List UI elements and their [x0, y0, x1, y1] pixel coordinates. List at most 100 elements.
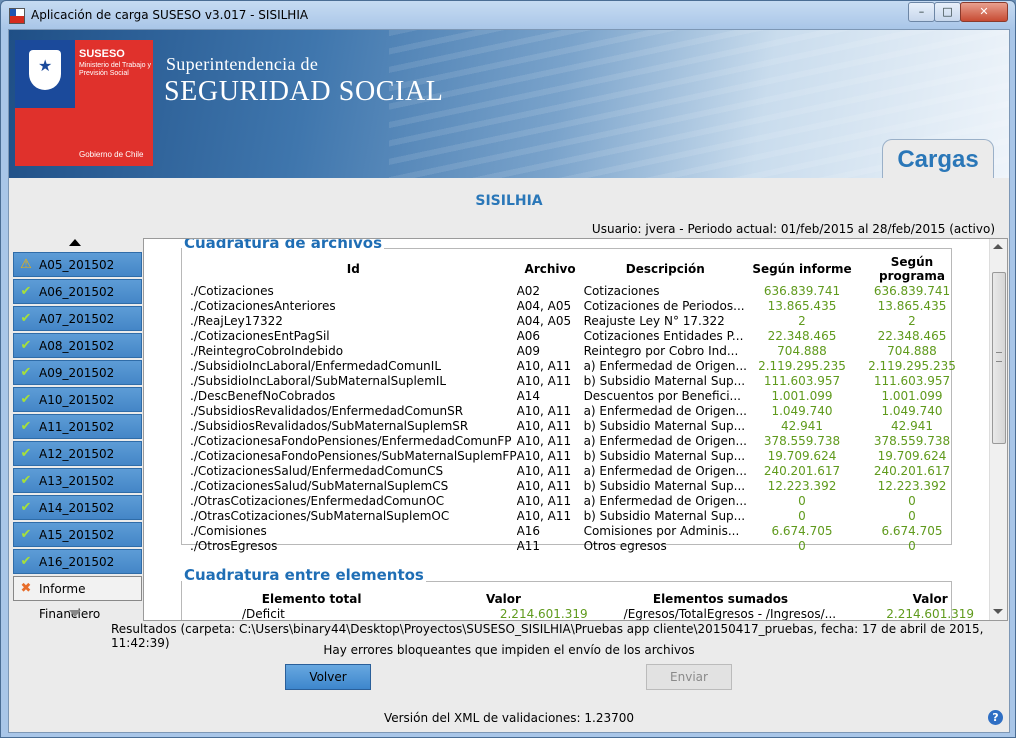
- client-area: ★ SUSESO Ministerio del Trabajo y Previs…: [8, 29, 1010, 733]
- sidebar-item-a11[interactable]: ✔ A11_201502: [13, 414, 142, 439]
- cell-segun-informe: 240.201.617: [763, 463, 841, 478]
- cell-segun-programa: 2: [908, 313, 916, 328]
- cell-id: ./CotizacionesAnteriores: [190, 298, 336, 313]
- cuadratura-elementos-title: Cuadratura entre elementos: [182, 566, 426, 584]
- col-valor-2: Valor: [912, 591, 948, 606]
- table-row: ./OtrasCotizaciones/SubMaternalSuplemOC A…: [190, 508, 967, 523]
- check-icon: ✔: [20, 365, 32, 380]
- blocking-errors-message: Hay errores bloqueantes que impiden el e…: [323, 643, 695, 657]
- sidebar-item-a15[interactable]: ✔ A15_201502: [13, 522, 142, 547]
- check-icon: ✔: [20, 500, 32, 515]
- col-segun-informe: Según informe: [752, 262, 852, 276]
- volver-button[interactable]: Volver: [285, 664, 371, 690]
- table-row: /Deficit 2.214.601.319 /Egresos/TotalEgr…: [204, 606, 1007, 621]
- sidebar-item-a10[interactable]: ✔ A10_201502: [13, 387, 142, 412]
- cell-segun-informe: 13.865.435: [767, 298, 837, 313]
- banner-superintendencia: Superintendencia de: [166, 54, 319, 74]
- col-archivo: Archivo: [524, 262, 576, 276]
- cell-archivo: A10, A11: [516, 418, 572, 433]
- cell-id: ./SubsidiosRevalidados/SubMaternalSuplem…: [190, 418, 469, 433]
- file-sidebar: ⚠ A05_201502 ✔ A06_201502 ✔ A07_201502 ✔ A08…: [13, 252, 142, 621]
- cell-id: ./Comisiones: [190, 523, 267, 538]
- help-icon[interactable]: ?: [988, 710, 1003, 725]
- cell-archivo: A10, A11: [516, 433, 572, 448]
- col-elemento-total: Elemento total: [261, 591, 362, 606]
- cell-archivo: A04, A05: [516, 313, 572, 328]
- cell-archivo: A09: [516, 343, 541, 358]
- scroll-down-arrow-icon[interactable]: [993, 609, 1003, 614]
- panel-scrollbar[interactable]: [989, 239, 1007, 620]
- window-title: Aplicación de carga SUSESO v3.017 - SISI…: [31, 8, 309, 22]
- table-row: ./SubsidioIncLaboral/SubMaternalSuplemIL…: [190, 373, 967, 388]
- sidebar-item-a06[interactable]: ✔ A06_201502: [13, 279, 142, 304]
- cell-valor: 2.214.601.319: [499, 606, 588, 621]
- sidebar-item-a16[interactable]: ✔ A16_201502: [13, 549, 142, 574]
- cell-archivo: A04, A05: [516, 298, 572, 313]
- xml-version: Versión del XML de validaciones: 1.23700: [383, 711, 635, 725]
- enviar-button[interactable]: Enviar: [646, 664, 732, 690]
- cell-archivo: A10, A11: [516, 493, 572, 508]
- cell-id: ./OtrasCotizaciones/SubMaternalSuplemOC: [190, 508, 450, 523]
- col-descripcion: Descripción: [625, 262, 705, 276]
- cell-descripcion: a) Enfermedad de Origen...: [583, 493, 747, 508]
- cell-archivo: A14: [516, 388, 541, 403]
- cell-descripcion: a) Enfermedad de Origen...: [583, 403, 747, 418]
- cell-descripcion: b) Subsidio Maternal Sup...: [583, 478, 746, 493]
- warning-icon: ⚠: [20, 257, 32, 272]
- logo-ministry: Ministerio del Trabajo y Previsión Socia…: [79, 62, 151, 77]
- sidebar-item-informe-financiero[interactable]: ✖ Informe Financiero: [13, 576, 142, 621]
- system-title: SISILHIA: [475, 193, 543, 209]
- cell-segun-informe: 22.348.465: [767, 328, 837, 343]
- sidebar-item-a08[interactable]: ✔ A08_201502: [13, 333, 142, 358]
- cell-descripcion: Reajuste Ley N° 17.322: [583, 313, 725, 328]
- cell-segun-programa: 378.559.738: [873, 433, 951, 448]
- cell-segun-programa: 6.674.705: [881, 523, 943, 538]
- cell-archivo: A10, A11: [516, 403, 572, 418]
- error-x-icon: ✖: [20, 581, 32, 596]
- cell-segun-programa: 111.603.957: [873, 373, 951, 388]
- cell-segun-programa: 704.888: [887, 343, 937, 358]
- logo-gobierno: Gobierno de Chile: [79, 150, 144, 159]
- cell-archivo: A16: [516, 523, 541, 538]
- cell-segun-informe: 378.559.738: [763, 433, 841, 448]
- cell-segun-informe: 12.223.392: [767, 478, 837, 493]
- cell-elementos-sumados: /Egresos/TotalEgresos - /Ingresos/...: [623, 606, 837, 621]
- sidebar-item-label: A09_201502: [39, 366, 115, 380]
- scroll-up-arrow-icon[interactable]: [993, 244, 1003, 249]
- user-period-info: Usuario: jvera - Periodo actual: 01/feb/…: [591, 222, 995, 236]
- scrollbar-thumb[interactable]: [992, 272, 1006, 444]
- cell-id: ./CotizacionesSalud/SubMaternalSuplemCS: [190, 478, 449, 493]
- cell-segun-informe: 111.603.957: [763, 373, 841, 388]
- logo-name: SUSESO: [79, 48, 125, 60]
- cell-archivo: A10, A11: [516, 358, 572, 373]
- minimize-button[interactable]: –: [908, 2, 935, 22]
- cell-descripcion: Cotizaciones de Periodos...: [583, 298, 745, 313]
- check-icon: ✔: [20, 311, 32, 326]
- table-row: ./DescBenefNoCobrados A14 Descuentos por B…: [190, 388, 967, 403]
- maximize-button[interactable]: □: [934, 2, 961, 22]
- table-row: ./OtrasCotizaciones/EnfermedadComunOC A10…: [190, 493, 967, 508]
- sidebar-scroll-down-icon[interactable]: [69, 610, 81, 617]
- sidebar-item-label: A13_201502: [39, 474, 115, 488]
- cell-segun-programa: 2.119.295.235: [868, 358, 956, 373]
- sidebar-item-a05[interactable]: ⚠ A05_201502: [13, 252, 142, 277]
- sidebar-scroll-up-icon[interactable]: [69, 239, 81, 246]
- cell-segun-programa: 19.709.624: [877, 448, 947, 463]
- table-row: ./CotizacionesaFondoPensiones/Enfermedad…: [190, 433, 967, 448]
- sidebar-item-label: A08_201502: [39, 339, 115, 353]
- tab-cargas[interactable]: Cargas: [882, 139, 994, 178]
- cell-segun-programa: 22.348.465: [877, 328, 947, 343]
- sidebar-item-a09[interactable]: ✔ A09_201502: [13, 360, 142, 385]
- sidebar-item-a12[interactable]: ✔ A12_201502: [13, 441, 142, 466]
- cell-archivo: A10, A11: [516, 478, 572, 493]
- cell-id: ./ReajLey17322: [190, 313, 283, 328]
- cell-segun-informe: 0: [798, 538, 806, 553]
- cell-segun-informe: 0: [798, 493, 806, 508]
- cell-archivo: A06: [516, 328, 541, 343]
- sidebar-item-a07[interactable]: ✔ A07_201502: [13, 306, 142, 331]
- sidebar-item-a13[interactable]: ✔ A13_201502: [13, 468, 142, 493]
- close-button[interactable]: ✕: [960, 2, 1008, 22]
- sidebar-item-label: A16_201502: [39, 555, 115, 569]
- cell-segun-programa: 1.049.740: [881, 403, 943, 418]
- sidebar-item-a14[interactable]: ✔ A14_201502: [13, 495, 142, 520]
